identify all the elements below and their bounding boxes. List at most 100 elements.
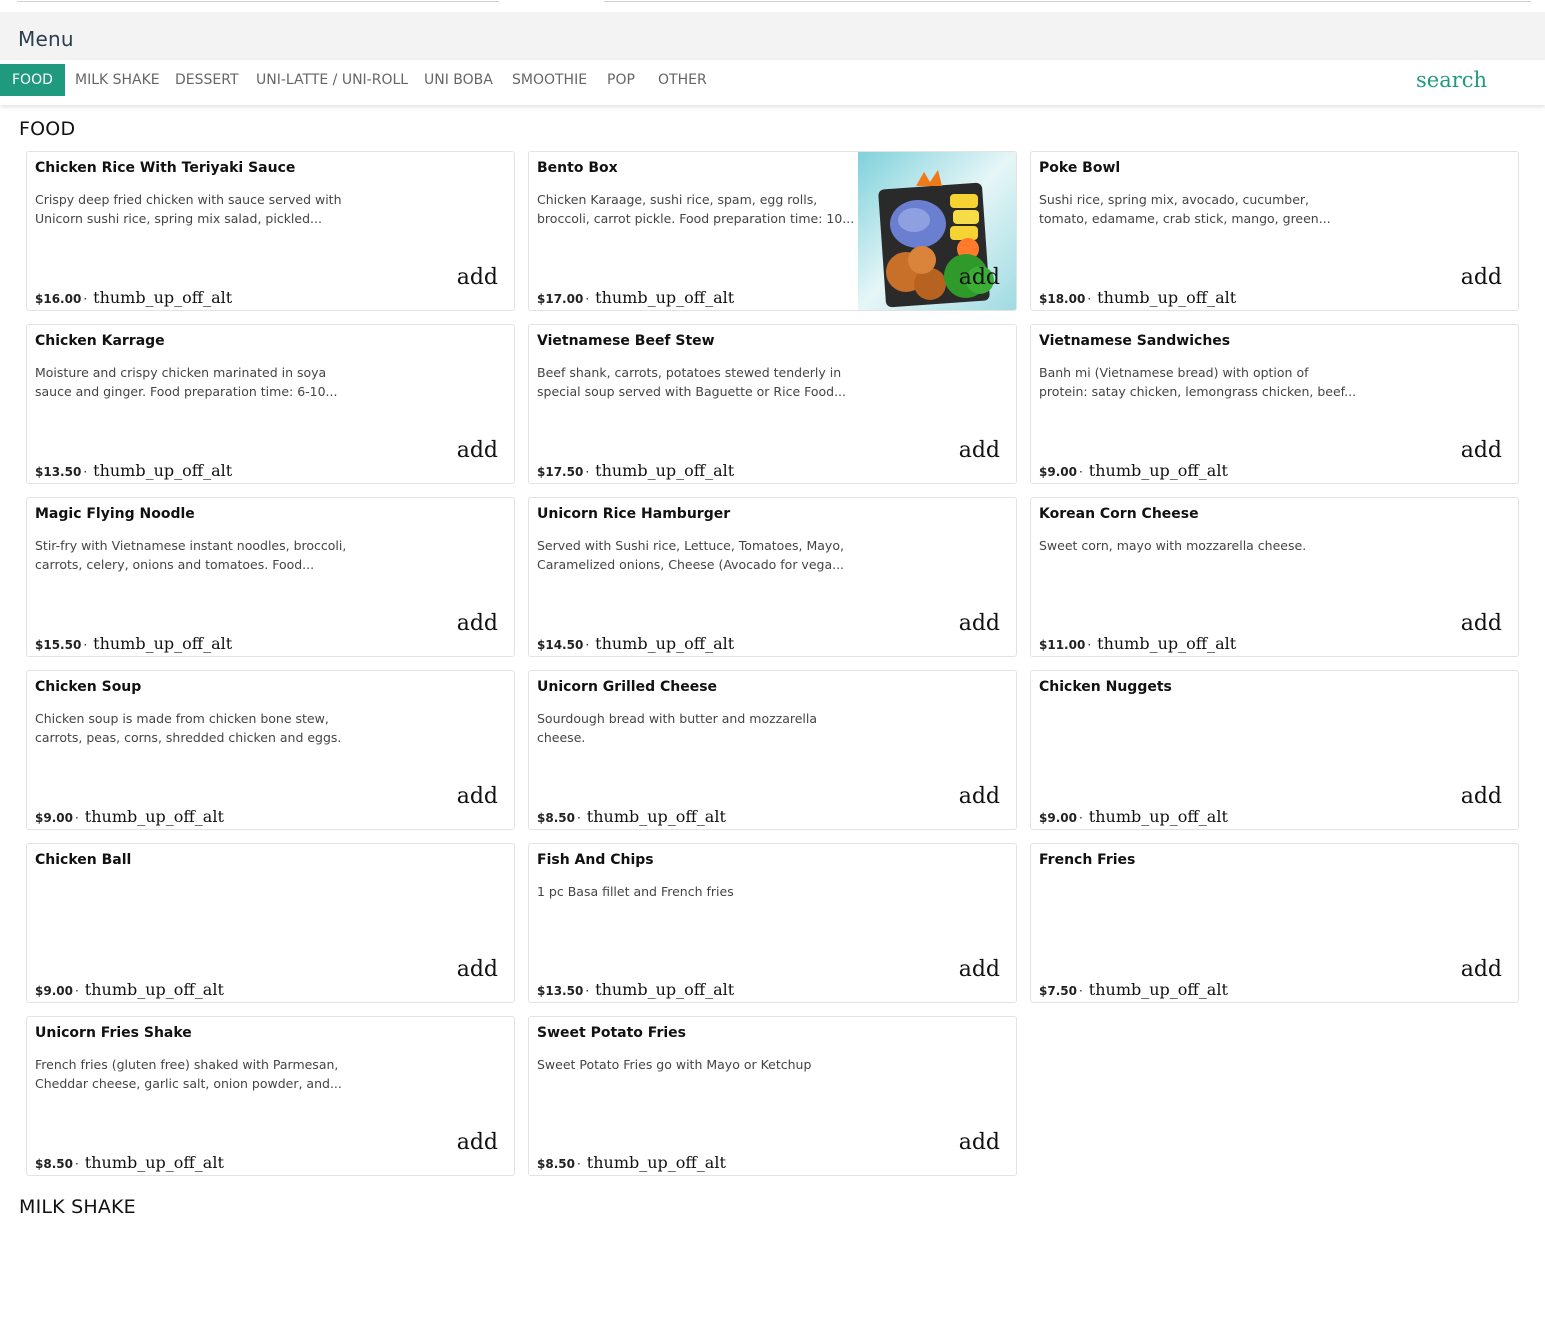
menu-item-card[interactable]: Bento Box Chicken Karaage, sushi rice, s… (528, 151, 1017, 311)
search-button[interactable]: search (1416, 68, 1487, 92)
add-icon[interactable]: add (1461, 784, 1502, 809)
item-name: Chicken Soup (35, 679, 142, 695)
thumb-up-icon[interactable]: thumb_up_off_alt (595, 980, 734, 999)
menu-item-card[interactable]: Vietnamese Sandwiches Banh mi (Vietnames… (1030, 324, 1519, 484)
add-icon[interactable]: add (959, 1130, 1000, 1155)
thumb-up-icon[interactable]: thumb_up_off_alt (93, 288, 232, 307)
thumb-up-icon[interactable]: thumb_up_off_alt (595, 634, 734, 653)
thumb-up-icon[interactable]: thumb_up_off_alt (1097, 634, 1236, 653)
tab-uni-latte[interactable]: UNI-LATTE / UNI-ROLL (244, 64, 420, 96)
item-description: Chicken soup is made from chicken bone s… (35, 711, 342, 745)
add-icon[interactable]: add (1461, 611, 1502, 636)
menu-item-card[interactable]: Unicorn Rice Hamburger Served with Sushi… (528, 497, 1017, 657)
thumb-up-icon[interactable]: thumb_up_off_alt (595, 461, 734, 480)
item-price-row: $9.00 · thumb_up_off_alt (1039, 461, 1228, 480)
add-icon[interactable]: add (457, 1130, 498, 1155)
item-name: Magic Flying Noodle (35, 506, 195, 522)
thumb-up-icon[interactable]: thumb_up_off_alt (85, 980, 224, 999)
add-icon[interactable]: add (959, 611, 1000, 636)
item-description: Sushi rice, spring mix, avocado, cucumbe… (1039, 192, 1331, 226)
tab-uni-boba[interactable]: UNI BOBA (412, 64, 505, 96)
menu-item-card[interactable]: Poke Bowl Sushi rice, spring mix, avocad… (1030, 151, 1519, 311)
item-price-row: $8.50 · thumb_up_off_alt (537, 1153, 726, 1172)
menu-item-card[interactable]: Magic Flying Noodle Stir-fry with Vietna… (26, 497, 515, 657)
tab-food[interactable]: FOOD (0, 64, 65, 96)
add-icon[interactable]: add (1461, 957, 1502, 982)
item-name: Fish And Chips (537, 852, 654, 868)
menu-item-card[interactable]: Chicken Karrage Moisture and crispy chic… (26, 324, 515, 484)
tab-pop[interactable]: POP (595, 64, 647, 96)
separator: · (585, 984, 590, 998)
separator: · (74, 1157, 79, 1171)
thumb-up-icon[interactable]: thumb_up_off_alt (587, 1153, 726, 1172)
item-price: $7.50 (1039, 984, 1077, 998)
separator: · (585, 465, 590, 479)
thumb-up-icon[interactable]: thumb_up_off_alt (93, 461, 232, 480)
item-price: $14.50 (537, 638, 584, 652)
menu-item-card[interactable]: Chicken Soup Chicken soup is made from c… (26, 670, 515, 830)
top-input-left[interactable] (17, 0, 499, 2)
item-name: Chicken Karrage (35, 333, 165, 349)
tab-dessert[interactable]: DESSERT (163, 64, 251, 96)
add-icon[interactable]: add (1461, 438, 1502, 463)
item-description: Served with Sushi rice, Lettuce, Tomatoe… (537, 538, 845, 572)
menu-item-card[interactable]: Fish And Chips 1 pc Basa fillet and Fren… (528, 843, 1017, 1003)
thumb-up-icon[interactable]: thumb_up_off_alt (85, 807, 224, 826)
add-icon[interactable]: add (457, 784, 498, 809)
menu-item-card[interactable]: French Fries $7.50 · thumb_up_off_alt add (1030, 843, 1519, 1003)
tab-smoothie[interactable]: SMOOTHIE (500, 64, 599, 96)
add-icon[interactable]: add (457, 957, 498, 982)
thumb-up-icon[interactable]: thumb_up_off_alt (1089, 807, 1228, 826)
separator: · (576, 811, 581, 825)
menu-item-card[interactable]: Chicken Ball $9.00 · thumb_up_off_alt add (26, 843, 515, 1003)
item-description: Sweet corn, mayo with mozzarella cheese. (1039, 538, 1307, 553)
item-price-row: $11.00 · thumb_up_off_alt (1039, 634, 1236, 653)
menu-item-card[interactable]: Chicken Nuggets $9.00 · thumb_up_off_alt a… (1030, 670, 1519, 830)
separator: · (83, 465, 88, 479)
item-price-row: $9.00 · thumb_up_off_alt (1039, 807, 1228, 826)
menu-header: Menu (0, 12, 1545, 60)
item-name: Vietnamese Beef Stew (537, 333, 715, 349)
item-name: Chicken Rice With Teriyaki Sauce (35, 160, 296, 176)
add-icon[interactable]: add (1461, 265, 1502, 290)
thumb-up-icon[interactable]: thumb_up_off_alt (93, 634, 232, 653)
thumb-up-icon[interactable]: thumb_up_off_alt (595, 288, 734, 307)
item-name: Bento Box (537, 160, 618, 176)
separator: · (1078, 984, 1083, 998)
menu-item-card[interactable]: Unicorn Fries Shake French fries (gluten… (26, 1016, 515, 1176)
item-name: Unicorn Rice Hamburger (537, 506, 731, 522)
menu-item-card[interactable]: Vietnamese Beef Stew Beef shank, carrots… (528, 324, 1017, 484)
add-icon[interactable]: add (457, 265, 498, 290)
add-icon[interactable]: add (457, 611, 498, 636)
thumb-up-icon[interactable]: thumb_up_off_alt (1089, 980, 1228, 999)
item-price-row: $18.00 · thumb_up_off_alt (1039, 288, 1236, 307)
item-price-row: $17.00 · thumb_up_off_alt (537, 288, 734, 307)
add-icon[interactable]: add (959, 957, 1000, 982)
menu-item-card[interactable]: Unicorn Grilled Cheese Sourdough bread w… (528, 670, 1017, 830)
separator: · (1087, 638, 1092, 652)
menu-item-card[interactable]: Sweet Potato Fries Sweet Potato Fries go… (528, 1016, 1017, 1176)
item-name: Poke Bowl (1039, 160, 1121, 176)
item-name: Chicken Ball (35, 852, 132, 868)
thumb-up-icon[interactable]: thumb_up_off_alt (85, 1153, 224, 1172)
item-price-row: $14.50 · thumb_up_off_alt (537, 634, 734, 653)
item-description: Moisture and crispy chicken marinated in… (35, 365, 338, 399)
item-price: $9.00 (1039, 811, 1077, 825)
item-price: $18.00 (1039, 292, 1086, 306)
thumb-up-icon[interactable]: thumb_up_off_alt (1089, 461, 1228, 480)
add-icon[interactable]: add (959, 784, 1000, 809)
thumb-up-icon[interactable]: thumb_up_off_alt (1097, 288, 1236, 307)
top-input-right[interactable] (604, 0, 1531, 2)
add-icon[interactable]: add (959, 265, 1000, 290)
top-strip (0, 0, 1545, 12)
thumb-up-icon[interactable]: thumb_up_off_alt (587, 807, 726, 826)
add-icon[interactable]: add (457, 438, 498, 463)
menu-item-card[interactable]: Korean Corn Cheese Sweet corn, mayo with… (1030, 497, 1519, 657)
add-icon[interactable]: add (959, 438, 1000, 463)
tab-milk-shake[interactable]: MILK SHAKE (63, 64, 172, 96)
tab-other[interactable]: OTHER (646, 64, 719, 96)
separator: · (74, 984, 79, 998)
menu-item-card[interactable]: Chicken Rice With Teriyaki Sauce Crispy … (26, 151, 515, 311)
item-price-row: $9.00 · thumb_up_off_alt (35, 807, 224, 826)
item-description: Sourdough bread with butter and mozzarel… (537, 711, 818, 745)
